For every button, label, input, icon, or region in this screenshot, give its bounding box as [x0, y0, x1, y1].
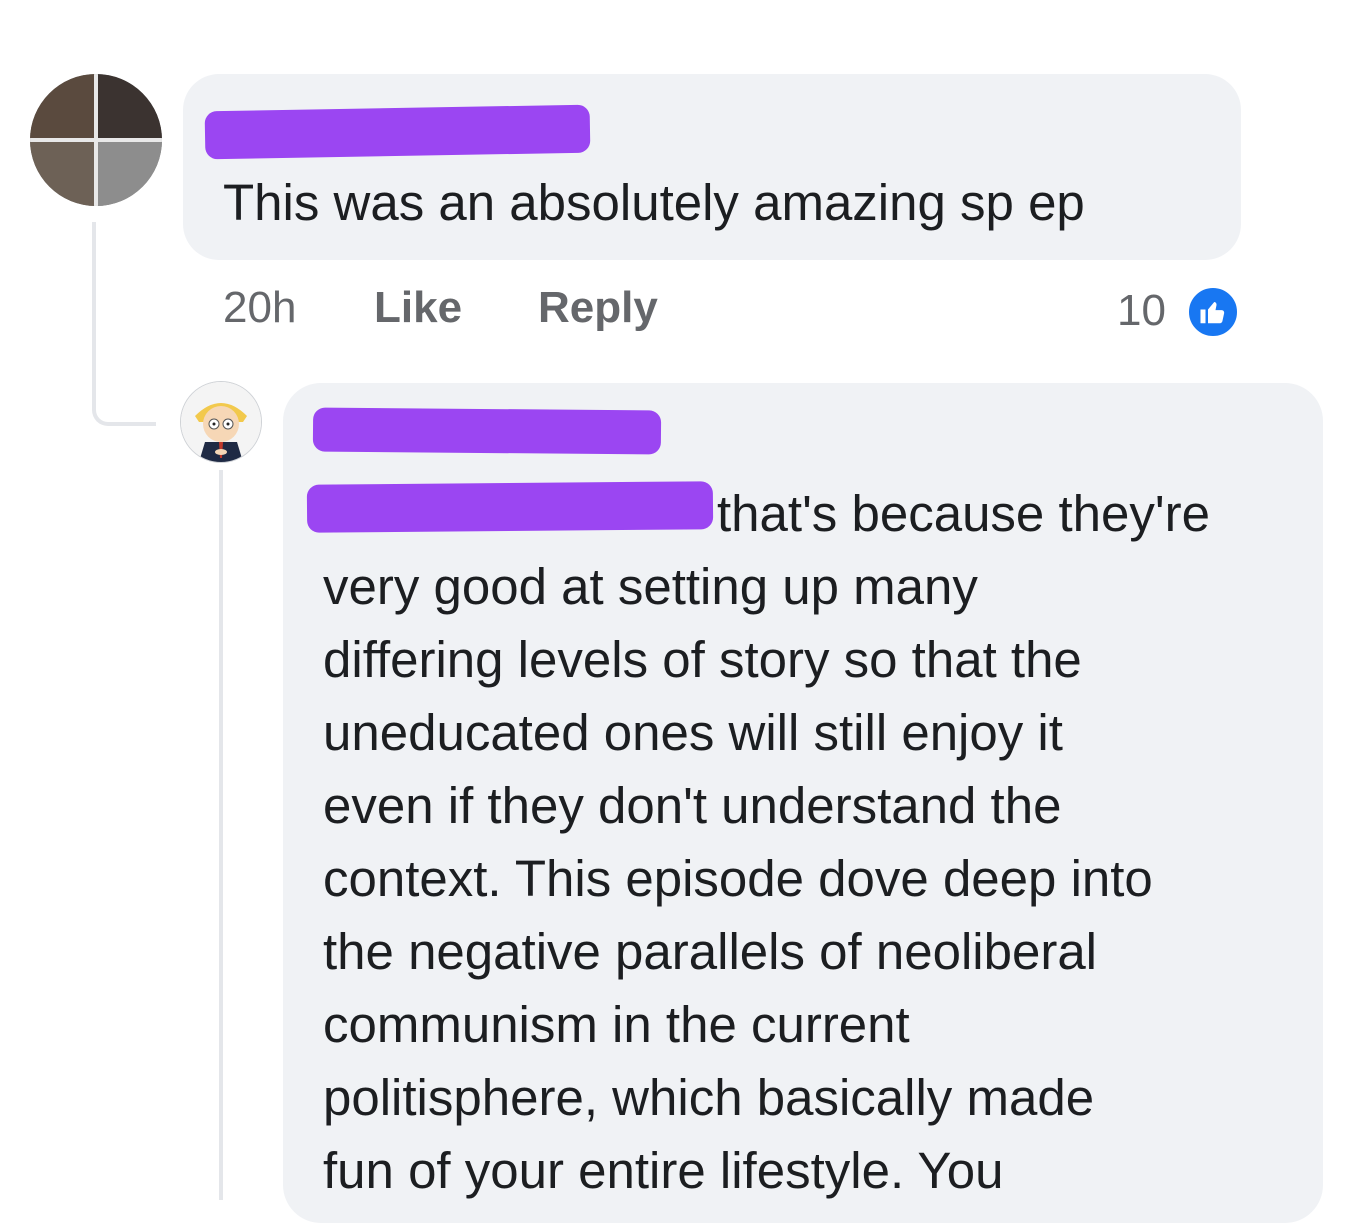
reply-text-line: that's because they're	[717, 485, 1210, 542]
thumbs-up-icon[interactable]	[1186, 285, 1240, 339]
reply-text-line: differing levels of story so that the	[323, 631, 1082, 688]
avatar-photo-1	[30, 74, 96, 140]
reply-text-line: context. This episode dove deep into	[323, 850, 1153, 907]
reply-text-line: fun of your entire lifestyle. You	[323, 1142, 1004, 1199]
comment-bubble: This was an absolutely amazing sp ep	[183, 74, 1241, 260]
reply-text-line: uneducated ones will still enjoy it	[323, 704, 1063, 761]
redacted-author-name	[312, 407, 662, 455]
reply-button[interactable]: Reply	[538, 283, 658, 333]
reply-text-line: even if they don't understand the	[323, 777, 1062, 834]
comment-timestamp[interactable]: 20h	[223, 283, 296, 333]
redacted-mention	[306, 481, 714, 533]
thread-connector	[92, 222, 156, 426]
avatar-photo-4	[96, 140, 162, 206]
reply-text-line: communism in the current	[323, 996, 910, 1053]
like-button[interactable]: Like	[374, 283, 462, 333]
reply-thread-line	[219, 470, 223, 1200]
reply-text-line: very good at setting up many	[323, 558, 978, 615]
comment-text: This was an absolutely amazing sp ep	[223, 174, 1085, 231]
avatar-photo-3	[30, 140, 96, 206]
reply-bubble: that's because they're very good at sett…	[283, 383, 1323, 1223]
reaction-count[interactable]: 10	[1117, 286, 1166, 336]
reply-text-line: the negative parallels of neoliberal	[323, 923, 1098, 980]
reply-text-line: politisphere, which basically made	[323, 1069, 1095, 1126]
replier-avatar[interactable]	[180, 381, 262, 463]
commenter-avatar[interactable]	[30, 74, 162, 206]
cartoon-character-icon	[181, 382, 261, 462]
avatar-photo-2	[96, 74, 162, 140]
redacted-author-name	[204, 104, 591, 160]
